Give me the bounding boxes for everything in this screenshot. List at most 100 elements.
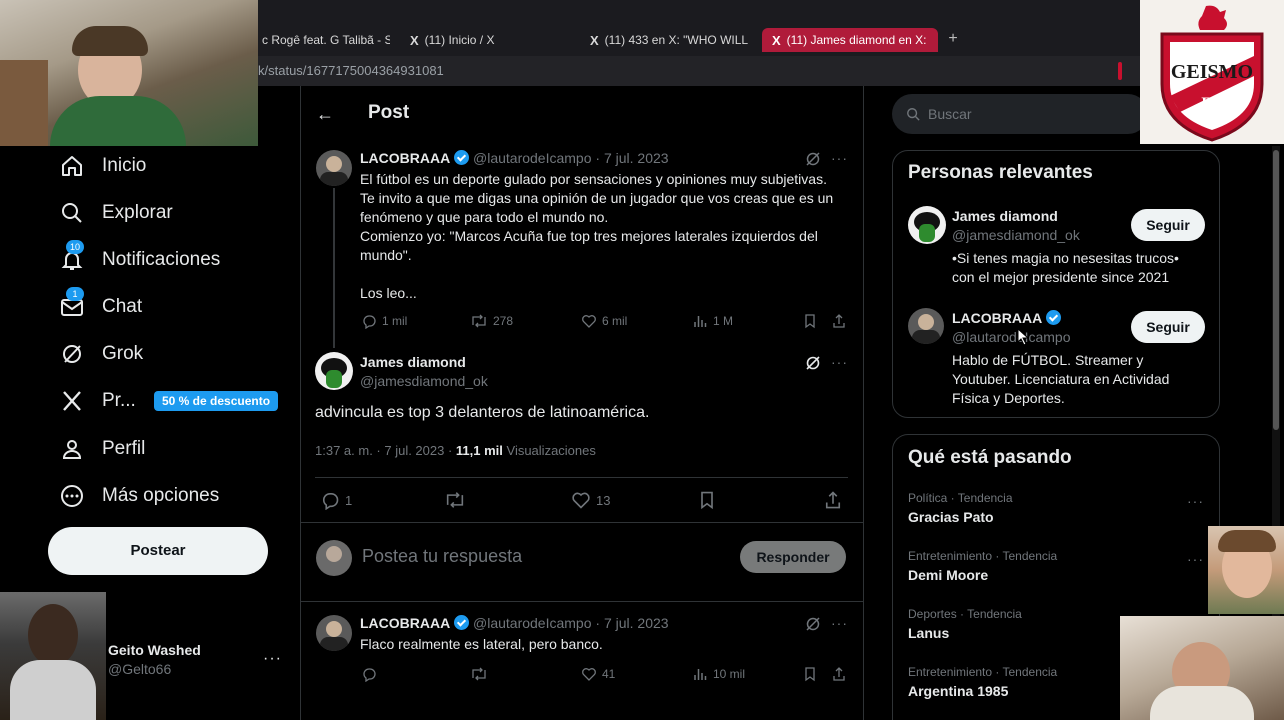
nav-item-perfil[interactable]: Perfil [60,434,145,464]
nav-label: Perfil [102,438,146,459]
bookmark-button[interactable] [802,666,818,682]
like-button[interactable]: 6 mil [581,313,627,329]
reply-button[interactable]: 1 [320,490,352,510]
nav-item-notificaciones[interactable]: 10 Notificaciones [60,240,220,275]
tweet-author[interactable]: James diamond [360,354,466,370]
verified-badge-icon [454,615,470,630]
trend-more-icon[interactable]: ··· [1187,493,1204,509]
retweet-button[interactable] [470,666,488,682]
tweet-author[interactable]: LACOBRAAA [360,150,470,166]
grok-icon [60,342,84,366]
follow-button[interactable]: Seguir [1131,311,1205,343]
person-handle[interactable]: @jamesdiamond_ok [952,227,1080,243]
nav-item-chat[interactable]: 1 Chat [60,287,143,322]
more-options-icon[interactable]: ··· [831,150,848,166]
reply-button[interactable]: 1 mil [361,313,407,329]
reply-input[interactable]: Postea tu respuesta [362,546,522,567]
tweet-handle-date[interactable]: @lautarodeIcampo · 7 jul. 2023 [473,150,669,166]
avatar[interactable] [908,308,944,344]
avatar[interactable] [316,615,352,651]
share-button[interactable] [831,666,847,682]
nav-item-premium[interactable]: Pr... [60,386,136,416]
discount-badge[interactable]: 50 % de descuento [154,391,279,411]
person-handle[interactable]: @lautarodeIcampo [952,329,1071,345]
heart-icon [572,492,590,509]
grok-icon[interactable] [805,616,821,632]
more-options-icon[interactable]: ··· [831,354,848,370]
tweet-handle[interactable]: @jamesdiamond_ok [360,373,488,389]
browser-tab-active[interactable]: X (11) James diamond en X: [762,28,938,52]
browser-tab[interactable]: c Rogê feat. G Talibã - S [262,28,390,52]
person-name[interactable]: LACOBRAAA [952,310,1062,326]
views-icon [694,669,707,680]
account-name[interactable]: Geito Washed [108,642,201,658]
scrollbar-thumb[interactable] [1273,150,1279,430]
nav-item-mas-opciones[interactable]: Más opciones [60,481,219,511]
trend-item[interactable]: Gracias Pato [908,509,994,525]
retweet-button[interactable] [444,490,466,510]
more-options-icon[interactable]: ··· [831,615,848,631]
url-text[interactable]: k/status/1677175004364931081 [258,63,444,78]
thread-line [333,188,335,348]
nav-item-inicio[interactable]: Inicio [60,151,146,181]
retweet-button[interactable]: 278 [470,313,513,329]
notification-badge: 10 [66,240,84,254]
grok-icon[interactable] [805,355,821,371]
nav-item-explorar[interactable]: Explorar [60,198,173,228]
trend-item[interactable]: Demi Moore [908,567,988,583]
trend-item[interactable]: Argentina 1985 [908,683,1008,699]
bookmark-icon [805,314,815,329]
share-button[interactable] [823,490,843,510]
svg-text:FC: FC [1201,95,1222,112]
browser-tab[interactable]: X (11) 433 en X: "WHO WILL [590,28,750,52]
views-button[interactable]: 1 M [692,313,733,329]
x-logo-icon: X [590,32,599,48]
trend-category: Entretenimiento · Tendencia [908,549,1058,563]
account-more-button[interactable]: ··· [263,650,282,668]
follow-button[interactable]: Seguir [1131,209,1205,241]
tweet-handle-date[interactable]: @lautarodeIcampo · 7 jul. 2023 [473,615,669,631]
like-button[interactable]: 41 [581,666,615,682]
tweet-text: advincula es top 3 delanteros de latinoa… [315,404,650,421]
verified-badge-icon [1046,310,1062,325]
mail-icon: 1 [60,287,84,319]
divider [301,601,863,602]
search-input[interactable]: Buscar [892,94,1148,134]
reply-button[interactable] [361,666,377,682]
reply-icon [363,315,376,329]
grok-icon[interactable] [805,151,821,167]
home-icon [60,154,84,178]
views-button[interactable]: 10 mil [692,666,745,682]
account-handle[interactable]: @Gelto66 [108,661,171,677]
share-button[interactable] [831,313,847,329]
x-logo-icon: X [772,32,781,48]
svg-text:GEISMO: GEISMO [1171,61,1253,83]
verified-badge-icon [454,150,470,165]
tweet-author[interactable]: LACOBRAAA [360,615,470,631]
trend-more-icon[interactable]: ··· [1187,551,1204,567]
avatar[interactable] [315,352,353,390]
divider [315,477,848,478]
avatar[interactable] [908,206,946,244]
nav-label: Grok [102,343,144,364]
bookmark-button[interactable] [697,490,717,510]
divider [301,522,863,523]
views-icon [694,316,707,327]
heart-icon [582,315,596,328]
tweet-meta: 1:37 a. m. · 7 jul. 2023 · 11,1 mil Visu… [315,443,596,458]
browser-tab[interactable]: X (11) Inicio / X [410,28,570,52]
back-arrow-icon[interactable]: ← [316,104,334,125]
bookmark-button[interactable] [802,313,818,329]
like-button[interactable]: 13 [571,490,610,510]
nav-label: Chat [102,296,143,317]
person-name[interactable]: James diamond [952,208,1058,224]
nav-item-grok[interactable]: Grok [60,339,143,369]
post-button[interactable]: Postear [48,527,268,575]
new-tab-button[interactable]: + [944,30,962,48]
webcam-overlay-right-bottom [1120,616,1284,720]
tweet-text: El fútbol es un deporte gulado por sensa… [360,171,834,301]
chat-badge: 1 [66,287,84,301]
avatar[interactable] [316,150,352,186]
trend-item[interactable]: Lanus [908,625,949,641]
reply-submit-button[interactable]: Responder [740,541,846,573]
